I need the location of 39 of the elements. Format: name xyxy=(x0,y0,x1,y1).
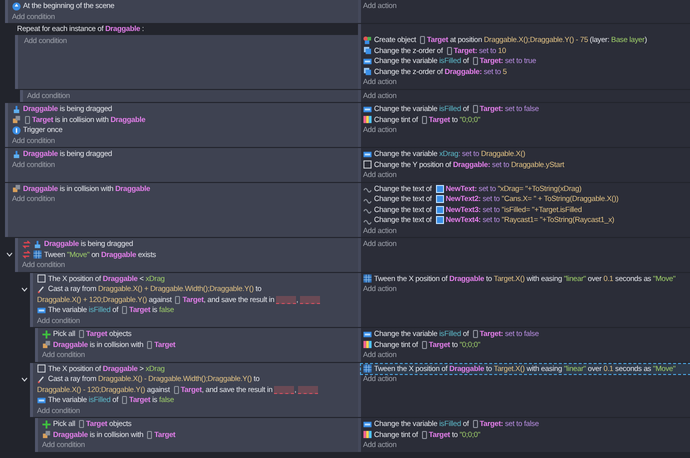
layers-icon xyxy=(363,67,372,76)
square-icon xyxy=(37,274,46,284)
pencil-icon xyxy=(37,284,46,294)
grid-icon xyxy=(363,364,372,374)
hand-icon xyxy=(33,240,42,249)
hand-icon xyxy=(12,150,21,159)
variable-icon xyxy=(363,420,372,429)
plus-icon xyxy=(42,420,51,429)
shapes-icon xyxy=(363,36,372,45)
cubes-icon xyxy=(42,430,51,440)
layers-icon xyxy=(363,46,372,56)
pencil-icon xyxy=(37,374,46,384)
palette-icon xyxy=(363,340,372,350)
variable-icon xyxy=(363,104,372,114)
palette-icon xyxy=(363,430,372,440)
palette-icon xyxy=(363,115,372,124)
cubes-icon xyxy=(12,115,21,124)
grid-icon xyxy=(33,250,42,260)
round-badge-icon xyxy=(12,2,21,11)
empty-parameter-slot[interactable] xyxy=(300,296,320,304)
cubes-icon xyxy=(12,184,21,194)
chevron-down-icon[interactable] xyxy=(21,286,28,292)
empty-parameter-slot[interactable] xyxy=(298,386,318,394)
variable-icon xyxy=(37,396,46,405)
empty-parameter-slot[interactable] xyxy=(274,386,294,394)
variable-icon xyxy=(363,56,372,66)
chevron-down-icon[interactable] xyxy=(6,252,13,257)
plus-icon xyxy=(42,330,51,339)
chevron-down-icon[interactable] xyxy=(21,376,28,382)
square-icon xyxy=(363,160,372,170)
round-badge-icon xyxy=(12,126,21,135)
empty-parameter-slot[interactable] xyxy=(276,296,296,304)
hand-icon xyxy=(12,104,21,114)
variable-icon xyxy=(37,306,46,315)
cubes-icon xyxy=(42,340,51,350)
variable-icon xyxy=(363,150,372,159)
grid-icon xyxy=(363,274,372,284)
variable-icon xyxy=(363,330,372,339)
square-icon xyxy=(37,364,46,374)
